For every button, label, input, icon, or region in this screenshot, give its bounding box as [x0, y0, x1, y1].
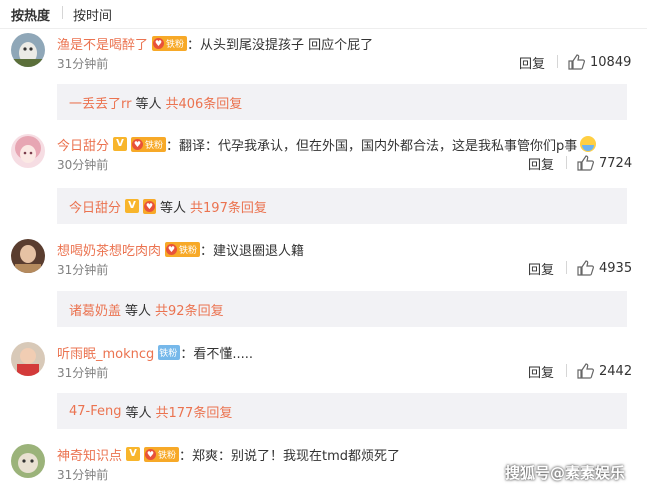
reply-button[interactable]: 回复 [519, 53, 545, 72]
comment-text: ：郑爽：别说了！我现在tmd都烦死了 [179, 448, 401, 464]
sort-by-time-tab[interactable]: 按时间 [73, 5, 112, 24]
reply-thread-count[interactable]: 共92条回复 [155, 300, 224, 319]
reply-thread-user[interactable]: 诸葛奶盖 [69, 300, 121, 319]
reply-button[interactable]: 回复 [528, 259, 554, 278]
comment-username[interactable]: 今日甜分 [57, 135, 109, 154]
thumbs-up-icon [577, 260, 594, 276]
verified-v-icon: V [113, 137, 128, 151]
sort-by-hot-tab[interactable]: 按热度 [11, 5, 50, 24]
fan-badge-label: 铁粉 [145, 140, 164, 151]
comment-text: ：看不懂..... [180, 346, 253, 362]
reply-thread-count[interactable]: 共197条回复 [190, 197, 267, 216]
like-button[interactable]: 2442 [577, 362, 632, 380]
like-button[interactable]: 7724 [577, 154, 632, 172]
reply-thread-user[interactable]: 一丢丢了rr [69, 93, 131, 112]
reply-thread-summary[interactable]: 诸葛奶盖 等人 共92条回复 [57, 291, 627, 327]
comment-text: ：建议退圈退人籍 [200, 243, 305, 259]
fan-badge: ♥铁粉 [152, 35, 188, 51]
watermark: 搜狐号@素素娱乐 [505, 464, 626, 482]
avatar-cat-icon[interactable] [11, 33, 45, 67]
comment-time: 31分钟前 [57, 57, 109, 71]
like-count: 4935 [599, 260, 633, 276]
comment-time: 31分钟前 [57, 366, 109, 380]
sort-bar: 按热度 按时间 [0, 0, 647, 28]
reply-button[interactable]: 回复 [528, 362, 554, 381]
comment-username[interactable]: 渔是不是喝醉了 [57, 34, 148, 53]
thumbs-up-icon [577, 155, 594, 171]
heart-icon: ♥ [144, 200, 156, 212]
thumbs-up-icon [568, 54, 585, 70]
comment-username[interactable]: 想喝奶茶想吃肉肉 [57, 240, 161, 259]
like-count: 2442 [599, 363, 633, 379]
emoji-icon [580, 136, 597, 152]
action-divider [566, 261, 567, 274]
reply-thread-etc: 等人 [125, 303, 152, 319]
reply-thread-user[interactable]: 47-Feng [69, 404, 122, 419]
comment-time: 31分钟前 [57, 468, 109, 482]
fan-badge: ♥铁粉 [158, 344, 181, 360]
header-divider [0, 28, 647, 29]
fan-badge-label: 铁粉 [159, 348, 178, 359]
verified-v-icon: V [126, 447, 141, 461]
like-count: 7724 [599, 155, 633, 171]
thumbs-up-icon [577, 363, 594, 379]
fan-badge-label: 铁粉 [166, 39, 185, 50]
like-count: 10849 [590, 54, 632, 70]
heart-icon: ♥ [145, 448, 157, 460]
reply-thread-etc: 等人 [160, 200, 187, 216]
reply-button[interactable]: 回复 [528, 154, 554, 173]
avatar-person-icon[interactable] [11, 239, 45, 273]
verified-v-icon: V [125, 199, 140, 213]
sort-divider [62, 6, 63, 19]
like-button[interactable]: 10849 [568, 53, 631, 71]
reply-thread-etc: 等人 [135, 96, 162, 112]
avatar-anime-girl-icon[interactable] [11, 134, 45, 168]
fan-badge-label: 铁粉 [179, 245, 198, 256]
heart-icon: ♥ [132, 138, 144, 150]
heart-icon: ♥ [166, 243, 178, 255]
reply-thread-summary[interactable]: 今日甜分 V ♥ 等人 共197条回复 [57, 188, 627, 224]
comment-text: ：翻译：代孕我承认，但在外国，国内外都合法，这是我私事管你们p事 [166, 138, 578, 154]
comment-username[interactable]: 听雨眠_mokncg [57, 343, 154, 362]
fan-badge-label: 铁粉 [158, 450, 177, 461]
comment-time: 30分钟前 [57, 158, 109, 172]
action-divider [566, 364, 567, 377]
reply-thread-etc: 等人 [125, 405, 152, 421]
comment-time: 31分钟前 [57, 263, 109, 277]
fan-badge: ♥铁粉 [131, 136, 167, 152]
reply-thread-summary[interactable]: 一丢丢了rr 等人 共406条回复 [57, 84, 627, 120]
fan-badge: ♥ [143, 198, 157, 214]
reply-thread-count[interactable]: 共406条回复 [165, 93, 242, 112]
reply-thread-user[interactable]: 今日甜分 [69, 197, 121, 216]
avatar-child-icon[interactable] [11, 342, 45, 376]
fan-badge: ♥铁粉 [165, 241, 201, 257]
avatar-cat-icon[interactable] [11, 444, 45, 478]
like-button[interactable]: 4935 [577, 259, 632, 277]
comment-username[interactable]: 神奇知识点 [57, 445, 122, 464]
heart-icon: ♥ [153, 37, 165, 49]
comment-text: ：从头到尾没提孩子 回应个屁了 [187, 37, 374, 53]
reply-thread-summary[interactable]: 47-Feng 等人 共177条回复 [57, 393, 627, 429]
reply-thread-count[interactable]: 共177条回复 [156, 402, 233, 421]
action-divider [557, 55, 558, 68]
action-divider [566, 156, 567, 169]
fan-badge: ♥铁粉 [144, 446, 180, 462]
